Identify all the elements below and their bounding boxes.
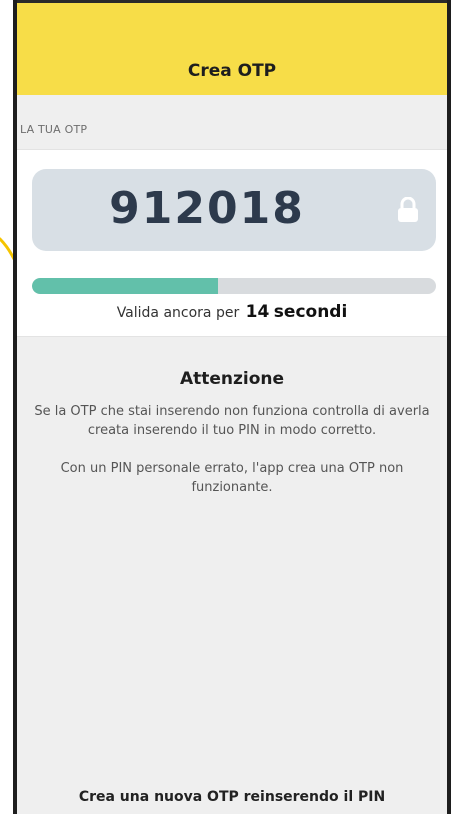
otp-code: 912018 <box>109 183 305 234</box>
warning-text-2: Con un PIN personale errato, l'app crea … <box>60 461 404 495</box>
new-otp-button[interactable]: Crea una nuova OTP reinserendo il PIN <box>17 789 447 805</box>
seconds-unit: secondi <box>273 302 348 322</box>
otp-section-label: LA TUA OTP <box>20 123 88 136</box>
otp-validity-progress <box>32 278 436 294</box>
warning-text-1: Se la OTP che stai inserendo non funzion… <box>34 404 430 438</box>
otp-panel: 912018 Valida ancora per 14 secondi <box>17 149 447 337</box>
lock-icon <box>398 197 418 222</box>
otp-validity-text: Valida ancora per 14 secondi <box>17 302 447 322</box>
validity-prefix: Valida ancora per <box>116 305 240 321</box>
warning-title: Attenzione <box>179 369 285 389</box>
otp-validity-progress-fill <box>32 278 218 294</box>
top-bar: Crea OTP <box>17 0 447 95</box>
page-title: Crea OTP <box>187 61 277 81</box>
phone-screen: Crea OTP LA TUA OTP 912018 Valida ancora… <box>13 0 451 814</box>
seconds-left: 14 <box>245 302 270 322</box>
otp-code-box: 912018 <box>32 169 436 251</box>
